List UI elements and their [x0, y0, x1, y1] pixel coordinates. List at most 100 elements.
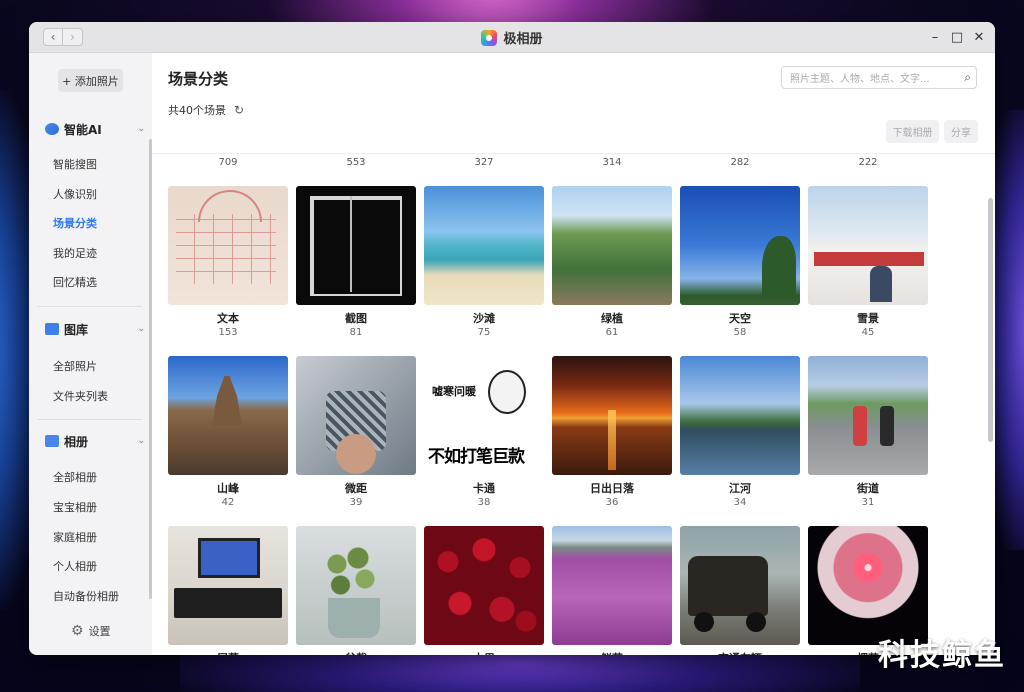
scene-card[interactable]: 日出日落 36	[552, 356, 672, 511]
sidebar-item-all-albums[interactable]: 全部相册	[53, 470, 97, 486]
scene-count-label: 共40个场景	[168, 104, 226, 117]
scene-card[interactable]: 沙滩 75	[424, 186, 544, 341]
refresh-icon[interactable]: ↻	[234, 103, 244, 117]
gallery-icon	[45, 323, 59, 335]
previous-row-counts: 709 553 327 314 282 222	[168, 157, 928, 168]
scene-thumbnail[interactable]	[808, 356, 928, 475]
share-button[interactable]: 分享	[944, 120, 978, 143]
scene-card[interactable]: 绿植 61	[552, 186, 672, 341]
scene-count: 39	[349, 497, 363, 508]
scene-thumbnail[interactable]	[680, 526, 800, 645]
sidebar-item-footprint[interactable]: 我的足迹	[53, 246, 97, 262]
sidebar-item-backup-album[interactable]: 自动备份相册	[53, 589, 119, 605]
category-count: 282	[730, 157, 750, 168]
sidebar-item-memories[interactable]: 回忆精选	[53, 275, 97, 291]
ai-icon	[45, 123, 59, 135]
scene-thumbnail[interactable]	[296, 526, 416, 645]
scene-thumbnail[interactable]	[680, 186, 800, 305]
watermark-text: 科技鲸鱼	[878, 638, 1006, 673]
scene-count: 61	[605, 327, 619, 338]
chevron-down-icon[interactable]: ⌄	[137, 124, 145, 134]
sidebar-section-label: 图库	[64, 322, 89, 337]
scene-name: 文本	[217, 312, 239, 325]
window-controls: – □ ✕	[929, 28, 985, 46]
scene-card[interactable]: 文本 153	[168, 186, 288, 341]
scene-card[interactable]: 鲜花18	[552, 526, 672, 655]
meme-caption-top: 嘘寒问暖	[432, 385, 476, 398]
search-icon[interactable]: ⌕	[964, 70, 971, 85]
scene-card[interactable]: 水果21	[424, 526, 544, 655]
meme-caption-bottom: 不如打笔巨款	[428, 447, 525, 467]
category-count: 553	[346, 157, 366, 168]
scene-card[interactable]: 雪景 45	[808, 186, 928, 341]
sidebar-item-scenes[interactable]: 场景分类	[53, 216, 97, 232]
sidebar-item-baby-album[interactable]: 宝宝相册	[53, 500, 97, 516]
sidebar-section-gallery[interactable]: 图库 ⌄	[45, 319, 145, 339]
search-box: ⌕	[781, 66, 977, 90]
scene-thumbnail[interactable]	[680, 356, 800, 475]
sidebar-item-face[interactable]: 人像识别	[53, 187, 97, 203]
scene-name: 屏幕	[168, 652, 288, 655]
gear-icon: ⚙	[71, 623, 84, 639]
scene-card[interactable]: 江河 34	[680, 356, 800, 511]
settings-button[interactable]: ⚙ 设置	[71, 623, 111, 639]
scene-thumbnail[interactable]	[552, 356, 672, 475]
scene-count: 58	[733, 327, 747, 338]
scene-card[interactable]: 山峰 42	[168, 356, 288, 511]
scene-card[interactable]: 微距 39	[296, 356, 416, 511]
add-photo-button[interactable]: + 添加照片	[58, 69, 123, 92]
scene-grid: 文本 153 截图 81 沙滩 75 绿植 61 天空 58 雪景 45 山峰 42 微距 39 嘘寒问暖 不如打…	[168, 186, 928, 655]
scene-thumbnail[interactable]	[808, 186, 928, 305]
search-input[interactable]	[782, 69, 952, 90]
scene-thumbnail[interactable]	[424, 186, 544, 305]
sidebar-item-family-album[interactable]: 家庭相册	[53, 530, 97, 546]
sidebar-section-albums[interactable]: 相册 ⌄	[45, 431, 145, 451]
minimize-icon[interactable]: –	[929, 28, 941, 46]
scene-name: 沙滩	[473, 312, 495, 325]
download-album-button[interactable]: 下载相册	[886, 120, 939, 143]
settings-label: 设置	[88, 625, 111, 638]
scene-thumbnail[interactable]	[296, 356, 416, 475]
scene-card[interactable]: 交通车辆16	[680, 526, 800, 655]
chevron-down-icon[interactable]: ⌄	[137, 324, 145, 334]
chevron-down-icon[interactable]: ⌄	[137, 436, 145, 446]
scene-name: 鲜花	[552, 652, 672, 655]
scene-thumbnail[interactable]	[168, 186, 288, 305]
title-bar: ‹ › 极相册 – □ ✕	[29, 22, 995, 53]
close-icon[interactable]: ✕	[973, 28, 985, 46]
album-icon	[45, 435, 59, 447]
scene-count: 34	[733, 497, 747, 508]
scene-thumbnail[interactable]	[552, 186, 672, 305]
scene-name: 天空	[729, 312, 751, 325]
sidebar-item-personal-album[interactable]: 个人相册	[53, 559, 97, 575]
maximize-icon[interactable]: □	[951, 28, 963, 46]
app-title-text: 极相册	[503, 32, 543, 47]
scene-thumbnail[interactable]	[552, 526, 672, 645]
sidebar-item-smart-search[interactable]: 智能搜图	[53, 157, 97, 173]
header-divider	[152, 153, 995, 154]
scene-card[interactable]: 盆栽24	[296, 526, 416, 655]
scene-card[interactable]: 天空 58	[680, 186, 800, 341]
scene-count: 153	[218, 327, 238, 338]
app-logo-icon	[481, 29, 498, 46]
scene-card[interactable]: 街道 31	[808, 356, 928, 511]
scene-thumbnail[interactable]	[808, 526, 928, 645]
scene-thumbnail[interactable]	[296, 186, 416, 305]
scene-thumbnail[interactable]	[168, 356, 288, 475]
scene-name: 山峰	[217, 482, 239, 495]
sidebar-section-ai[interactable]: 智能AI ⌄	[45, 119, 145, 139]
scene-card[interactable]: 截图 81	[296, 186, 416, 341]
scene-thumbnail[interactable]	[424, 526, 544, 645]
sidebar-item-all-photos[interactable]: 全部照片	[53, 359, 97, 375]
scene-name: 江河	[729, 482, 751, 495]
scene-thumbnail[interactable]	[168, 526, 288, 645]
scene-name: 卡通	[473, 482, 495, 495]
sidebar-item-folders[interactable]: 文件夹列表	[53, 389, 108, 405]
scene-name: 街道	[857, 482, 879, 495]
sidebar-divider	[37, 419, 142, 420]
scene-card[interactable]: 嘘寒问暖 不如打笔巨款 卡通 38	[424, 356, 544, 511]
main-scrollbar[interactable]	[988, 198, 993, 442]
main-content: 场景分类 共40个场景 ↻ ⌕ 下载相册 分享 709 553 327 314 282 2…	[152, 53, 995, 655]
scene-card[interactable]: 屏幕28	[168, 526, 288, 655]
scene-thumbnail[interactable]: 嘘寒问暖不如打笔巨款	[424, 356, 544, 475]
